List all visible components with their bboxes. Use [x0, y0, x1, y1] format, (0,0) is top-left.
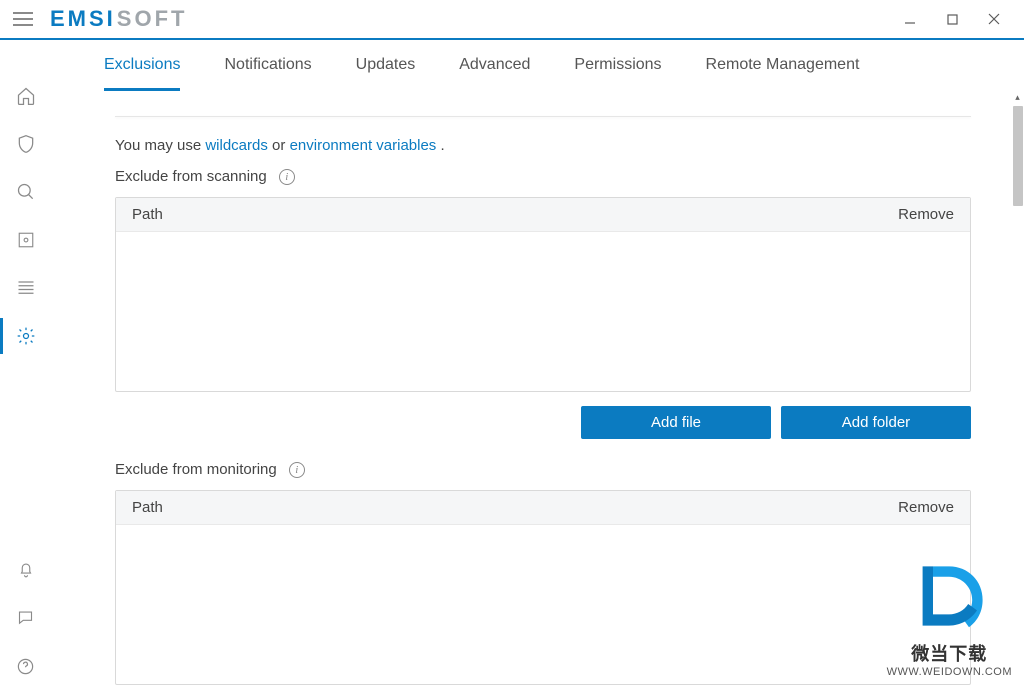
- home-icon: [16, 86, 36, 106]
- sidebar-item-quarantine[interactable]: [0, 216, 51, 264]
- app-logo: EMSISOFT: [50, 6, 187, 32]
- tab-remote[interactable]: Remote Management: [706, 56, 860, 91]
- scan-label-text: Exclude from scanning: [115, 168, 267, 185]
- tab-divider: [115, 116, 971, 117]
- info-icon[interactable]: i: [289, 462, 305, 478]
- vertical-scrollbar[interactable]: ▴: [1012, 92, 1023, 690]
- menu-icon[interactable]: [6, 0, 40, 39]
- scan-exclusions-grid: Path Remove: [115, 197, 971, 392]
- chat-icon: [16, 609, 35, 627]
- tab-exclusions[interactable]: Exclusions: [104, 56, 180, 91]
- monitor-grid-header: Path Remove: [116, 491, 970, 525]
- monitor-exclusions-grid: Path Remove: [115, 490, 971, 685]
- logs-icon: [17, 280, 35, 296]
- sidebar-item-scan[interactable]: [0, 168, 51, 216]
- tab-permissions[interactable]: Permissions: [574, 56, 661, 91]
- sidebar-item-settings[interactable]: [0, 312, 51, 360]
- minimize-icon[interactable]: [900, 9, 920, 29]
- maximize-icon[interactable]: [942, 9, 962, 29]
- add-folder-button[interactable]: Add folder: [781, 406, 971, 439]
- sidebar-item-help[interactable]: [0, 642, 51, 690]
- titlebar: EMSISOFT: [0, 0, 1024, 40]
- scroll-thumb[interactable]: [1013, 106, 1023, 206]
- link-wildcards[interactable]: wildcards: [205, 137, 268, 154]
- info-icon[interactable]: i: [279, 169, 295, 185]
- sidebar-item-feedback[interactable]: [0, 594, 51, 642]
- bell-icon: [17, 560, 35, 580]
- tab-advanced[interactable]: Advanced: [459, 56, 530, 91]
- scroll-up-icon[interactable]: ▴: [1012, 92, 1023, 106]
- monitor-col-remove[interactable]: Remove: [874, 499, 954, 516]
- scan-col-remove[interactable]: Remove: [874, 206, 954, 223]
- logo-left: EMSI: [50, 6, 116, 32]
- search-icon: [16, 182, 36, 202]
- sidebar-item-home[interactable]: [0, 72, 51, 120]
- scan-col-path[interactable]: Path: [132, 206, 874, 223]
- sidebar-item-logs[interactable]: [0, 264, 51, 312]
- monitor-col-path[interactable]: Path: [132, 499, 874, 516]
- helper-text: You may use wildcards or environment var…: [115, 137, 971, 154]
- scan-button-row: Add file Add folder: [115, 406, 971, 439]
- tab-notifications[interactable]: Notifications: [224, 56, 311, 91]
- logo-right: SOFT: [117, 6, 188, 32]
- settings-scroll-area[interactable]: You may use wildcards or environment var…: [51, 96, 1024, 690]
- link-env-vars[interactable]: environment variables: [290, 137, 437, 154]
- helper-suffix: .: [436, 137, 444, 154]
- window-controls: [900, 9, 1018, 29]
- scan-section-label: Exclude from scanning i: [115, 168, 971, 185]
- gear-icon: [16, 326, 36, 346]
- sidebar-item-protection[interactable]: [0, 120, 51, 168]
- quarantine-icon: [17, 231, 35, 249]
- shield-icon: [16, 133, 36, 155]
- add-file-button[interactable]: Add file: [581, 406, 771, 439]
- help-icon: [16, 657, 35, 676]
- tab-updates[interactable]: Updates: [356, 56, 416, 91]
- helper-pre: You may use: [115, 137, 205, 154]
- content-area: Exclusions Notifications Updates Advance…: [51, 40, 1024, 690]
- sidebar-item-alerts[interactable]: [0, 546, 51, 594]
- sidebar: [0, 40, 51, 690]
- helper-mid: or: [268, 137, 290, 154]
- monitor-label-text: Exclude from monitoring: [115, 461, 277, 478]
- monitor-section-label: Exclude from monitoring i: [115, 461, 971, 478]
- scan-grid-header: Path Remove: [116, 198, 970, 232]
- tabbar: Exclusions Notifications Updates Advance…: [51, 40, 1024, 91]
- close-icon[interactable]: [984, 9, 1004, 29]
